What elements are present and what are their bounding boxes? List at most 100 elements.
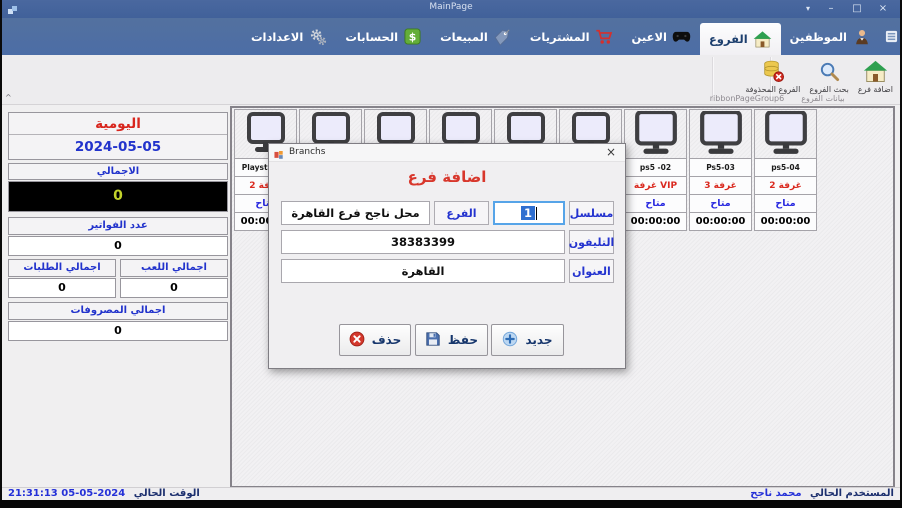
tab-branches[interactable]: الفروع — [699, 23, 781, 55]
plus-icon — [502, 331, 518, 350]
station-name: ps5-04 — [754, 158, 817, 177]
station-timer: 00:00:00 — [689, 212, 752, 231]
expenses-value: 0 — [8, 321, 228, 341]
daily-date: 2024-05-05 — [74, 139, 162, 155]
delete-button[interactable]: حذف — [339, 324, 411, 356]
add-branch-dialog: Branchs × اضافة فرع مسلسل 1 الفرع محل نا… — [268, 143, 626, 369]
selected-text: 1 — [520, 206, 535, 220]
tab-sales[interactable]: المبيعات — [431, 18, 521, 55]
invoices-value: 0 — [8, 236, 228, 256]
station-name: Ps5-03 — [689, 158, 752, 177]
tab-label: المشتريات — [529, 29, 590, 44]
save-button-label: حفظ — [447, 333, 479, 347]
play-label: اجمالي اللعب — [120, 259, 228, 277]
house-add-icon — [863, 58, 888, 84]
dialog-title: Branchs — [289, 147, 326, 157]
daily-box: اليومية 2024-05-05 — [8, 112, 228, 160]
current-user-value: محمد ناجح — [750, 488, 802, 499]
text-caret — [536, 206, 537, 220]
station-status: متاح — [624, 194, 687, 213]
tab-purchases[interactable]: المشتريات — [521, 18, 623, 55]
expenses-label: اجمالي المصروفات — [8, 302, 228, 320]
address-label: العنوان — [569, 259, 614, 283]
save-button[interactable]: حفظ — [415, 324, 488, 356]
branch-input[interactable]: محل ناجح فرع القاهرة — [281, 201, 430, 225]
tab-accounts[interactable]: $ الحسابات — [336, 18, 431, 55]
current-user: المستخدم الحالي محمد ناجح — [750, 488, 894, 499]
ribbon-toolbar: ^ اضافة فرع بحث الفروع الفروع المحذوفة r… — [0, 55, 902, 105]
tab-players[interactable]: الاعين — [623, 18, 700, 55]
main-window: MainPage ▾ – □ × الموظفين الفروع الاعين … — [0, 0, 902, 508]
play-value: 0 — [120, 278, 228, 298]
title-bar: MainPage ▾ – □ × — [0, 0, 902, 18]
orders-value: 0 — [8, 278, 116, 298]
tab-label: الاعدادات — [250, 29, 304, 44]
monitor-icon — [624, 109, 687, 159]
new-button[interactable]: جديد — [491, 324, 564, 356]
tab-label: الموظفين — [789, 29, 847, 44]
search-branches-button[interactable]: بحث الفروع — [806, 56, 852, 94]
svg-text:$: $ — [409, 31, 417, 44]
total-label: الاجمالي — [8, 163, 228, 180]
gamepad-icon — [672, 27, 691, 46]
station-status: متاح — [754, 194, 817, 213]
new-button-label: جديد — [525, 333, 553, 347]
minimize-button[interactable]: – — [818, 0, 844, 18]
station-card[interactable]: ps5-04 غرفة 2 متاح 00:00:00 — [754, 109, 817, 231]
maximize-button[interactable]: □ — [844, 0, 870, 18]
house-icon — [753, 30, 772, 49]
tab-employees[interactable]: الموظفين — [781, 18, 880, 55]
phone-input[interactable]: 38383399 — [281, 230, 565, 254]
ribbon-button-label: اضافة فرع — [857, 85, 893, 94]
daily-title: اليومية — [9, 113, 227, 135]
serial-input[interactable]: 1 — [493, 201, 565, 225]
tab-label: الفروع — [708, 32, 748, 46]
gears-icon — [308, 27, 327, 46]
address-input[interactable]: القاهرة — [281, 259, 565, 283]
dialog-close-icon[interactable]: × — [603, 145, 619, 159]
phone-label: التليفون — [569, 230, 614, 254]
ribbon-group-branches: اضافة فرع بحث الفروع الفروع المحذوفة — [742, 56, 896, 94]
dialog-header: اضافة فرع — [407, 168, 487, 186]
price-tag-icon — [493, 27, 512, 46]
database-delete-icon — [761, 58, 785, 84]
ribbon-button-label: الفروع المحذوفة — [745, 85, 801, 94]
search-icon — [818, 58, 841, 84]
tab-label: الحسابات — [345, 29, 399, 44]
ribbon-tab-row: الموظفين الفروع الاعين المشتريات المبيعا… — [0, 18, 902, 55]
station-timer: 00:00:00 — [754, 212, 817, 231]
delete-button-label: حذف — [371, 333, 402, 347]
station-room: غرفة 2 — [754, 176, 817, 195]
window-title: MainPage — [429, 2, 473, 12]
add-branch-button[interactable]: اضافة فرع — [855, 56, 896, 94]
close-button[interactable]: × — [870, 0, 896, 18]
tab-label: المبيعات — [440, 29, 488, 44]
save-icon — [425, 331, 441, 350]
deleted-branches-button[interactable]: الفروع المحذوفة — [742, 56, 803, 94]
station-card[interactable]: Ps5-03 غرفة 3 متاح 00:00:00 — [689, 109, 752, 231]
collapse-ribbon-icon[interactable]: ^ — [5, 93, 12, 102]
station-status: متاح — [689, 194, 752, 213]
titlebar-menu-icon[interactable]: ▾ — [798, 0, 818, 18]
branch-label: الفرع — [434, 201, 489, 225]
ribbon-group-caption: بيانات الفروع — [801, 94, 845, 103]
total-value: 0 — [8, 181, 228, 212]
station-card[interactable]: ps5 -02 غرفة VIP متاح 00:00:00 — [624, 109, 687, 231]
current-time-value: 2024-05-05 21:31:13 — [8, 488, 126, 499]
tab-settings[interactable]: الاعدادات — [242, 18, 336, 55]
app-menu-icon[interactable] — [883, 26, 899, 46]
cart-icon — [595, 27, 614, 46]
station-room: غرفة VIP — [624, 176, 687, 195]
station-name: ps5 -02 — [624, 158, 687, 177]
window-border-left — [0, 0, 2, 508]
window-border-bottom — [0, 500, 902, 508]
station-timer: 00:00:00 — [624, 212, 687, 231]
invoices-label: عدد الفواتير — [8, 217, 228, 235]
tab-label: الاعين — [631, 29, 667, 44]
delete-icon — [349, 331, 365, 350]
ribbon-button-label: بحث الفروع — [809, 85, 849, 94]
dialog-icon — [274, 147, 285, 166]
employee-icon — [852, 27, 871, 46]
current-time-label: الوقت الحالي — [133, 488, 200, 499]
serial-label: مسلسل — [569, 201, 614, 225]
